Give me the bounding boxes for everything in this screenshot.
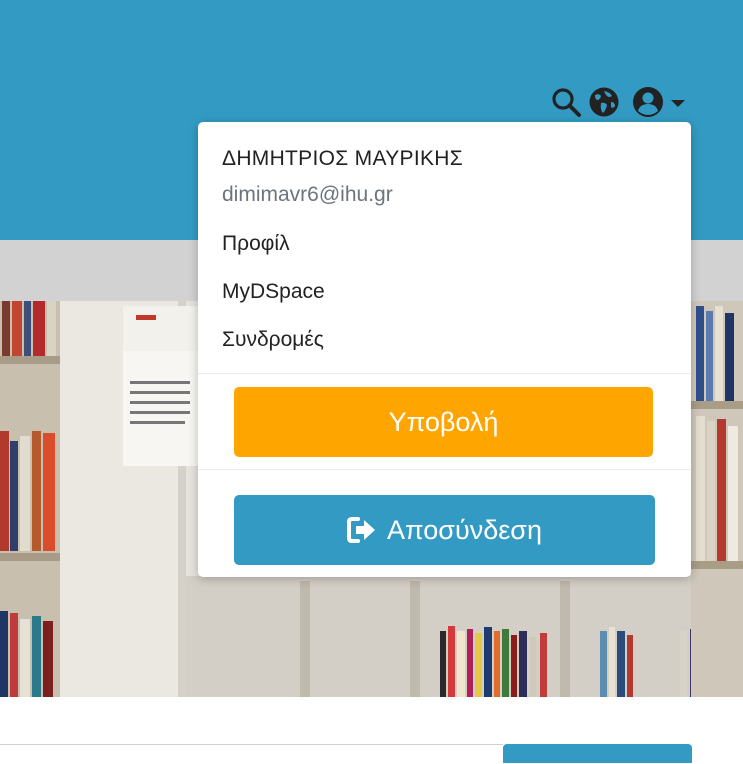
submit-button[interactable]: Υποβολή bbox=[234, 387, 653, 457]
logout-label: Αποσύνδεση bbox=[387, 514, 542, 545]
logout-button[interactable]: Αποσύνδεση bbox=[234, 495, 655, 565]
menu-divider bbox=[198, 373, 691, 374]
user-email: dimimavr6@ihu.gr bbox=[222, 183, 393, 206]
user-dropdown-menu: ΔΗΜΗΤΡΙΟΣ ΜΑΥΡΙΚΗΣ dimimavr6@ihu.gr Προφ… bbox=[198, 122, 691, 577]
search-field[interactable] bbox=[0, 744, 503, 764]
menu-item-mydspace[interactable]: MyDSpace bbox=[222, 280, 325, 304]
menu-item-subscriptions[interactable]: Συνδρομές bbox=[222, 328, 324, 352]
menu-divider bbox=[198, 469, 691, 470]
globe-icon[interactable] bbox=[588, 86, 620, 123]
sign-out-icon bbox=[347, 517, 376, 543]
user-circle-icon[interactable] bbox=[632, 86, 664, 123]
search-icon[interactable] bbox=[550, 86, 582, 123]
menu-item-profile[interactable]: Προφίλ bbox=[222, 232, 290, 256]
search-button[interactable] bbox=[503, 744, 692, 763]
user-name: ΔΗΜΗΤΡΙΟΣ ΜΑΥΡΙΚΗΣ bbox=[222, 147, 464, 170]
header-icons bbox=[550, 86, 690, 118]
caret-down-icon[interactable] bbox=[670, 96, 686, 114]
